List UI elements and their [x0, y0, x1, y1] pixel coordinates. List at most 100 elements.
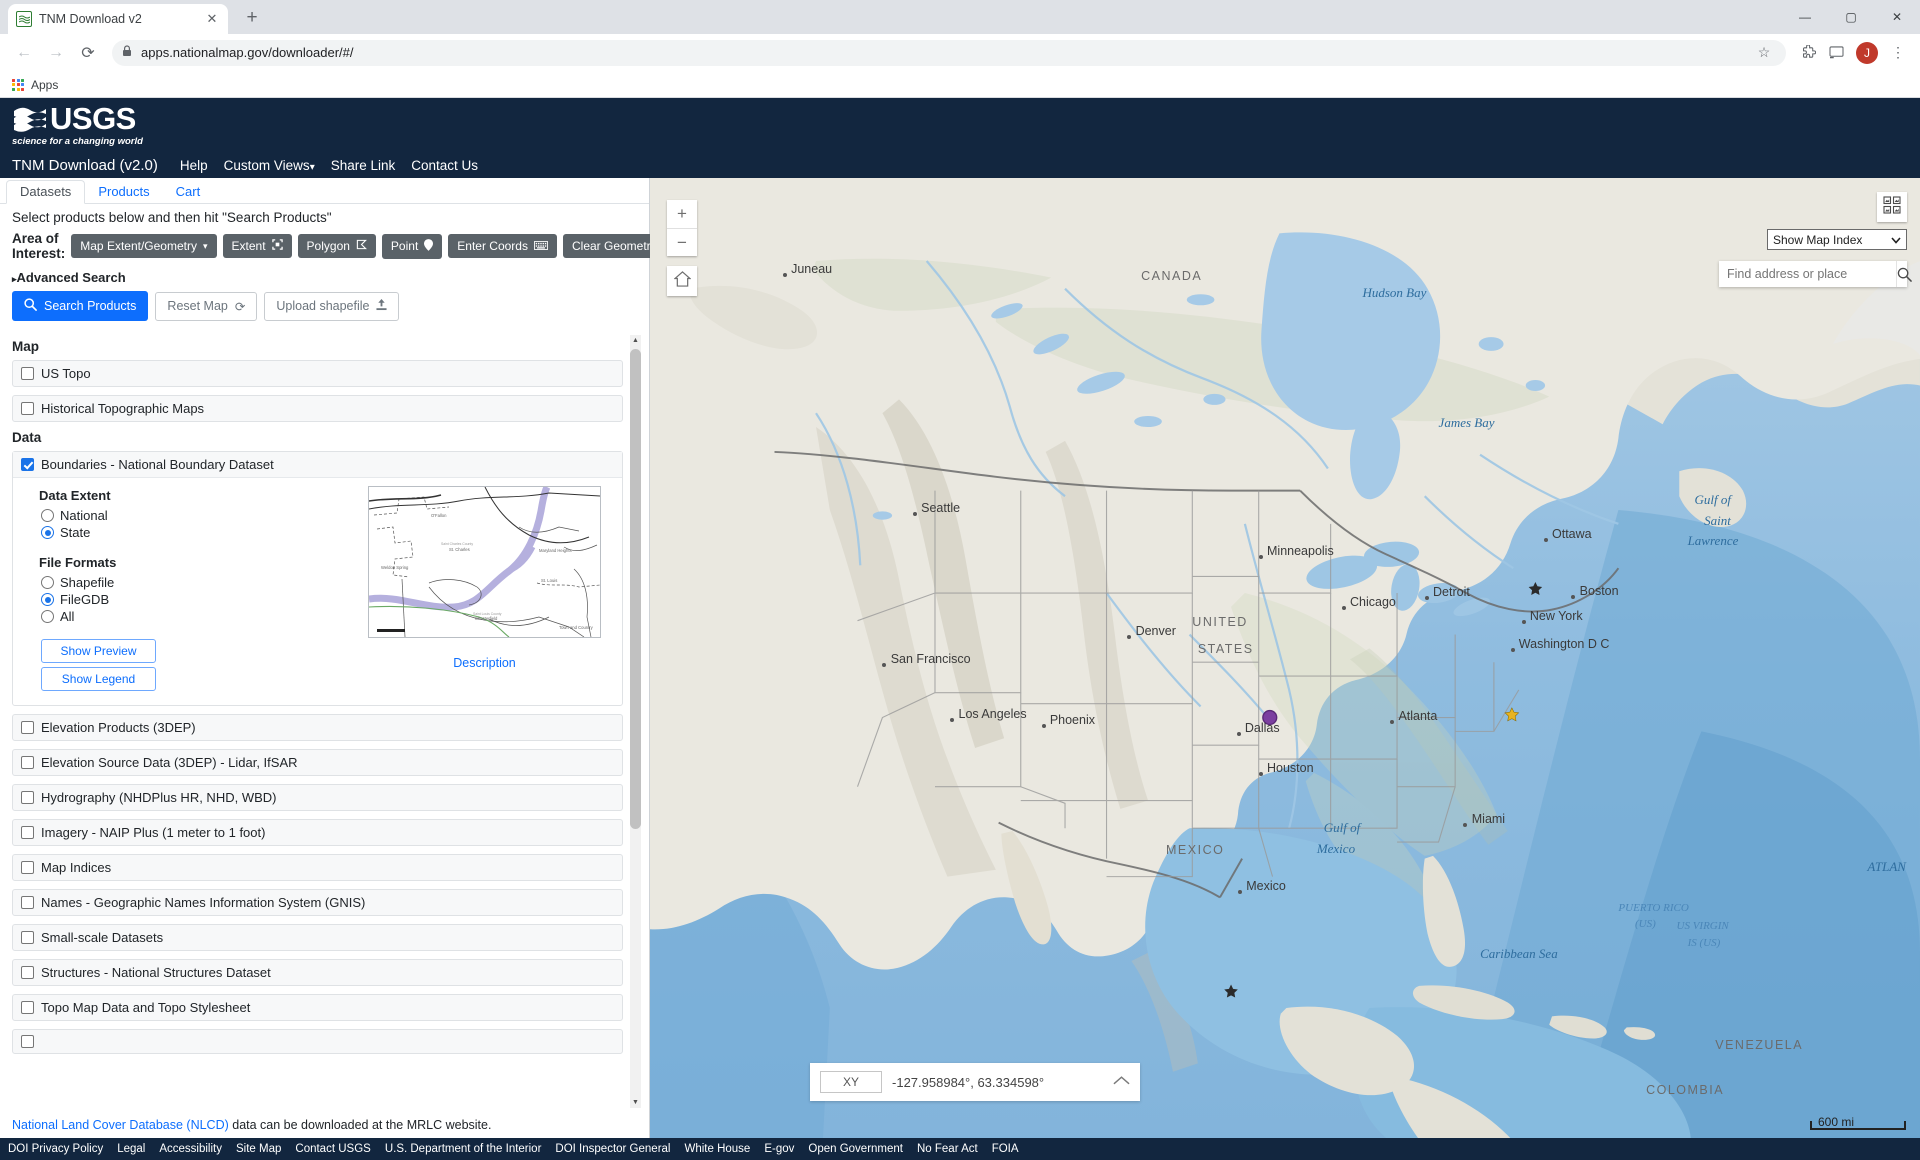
dataset-item-historical-topographic-maps[interactable]: Historical Topographic Maps — [12, 395, 623, 422]
checkbox-small-scale-datasets[interactable] — [21, 931, 34, 944]
basemap-gallery-button[interactable] — [1877, 192, 1907, 222]
checkbox-historical-topographic-maps[interactable] — [21, 402, 34, 415]
scroll-down-arrow[interactable]: ▼ — [630, 1097, 641, 1108]
browser-tab[interactable]: TNM Download v2 ✕ — [8, 4, 228, 34]
cast-icon[interactable] — [1824, 41, 1848, 65]
radio-all[interactable] — [41, 610, 54, 623]
tab-products[interactable]: Products — [85, 181, 162, 203]
zoom-out-button[interactable]: − — [667, 228, 697, 256]
maximize-button[interactable]: ▢ — [1828, 0, 1874, 34]
reset-map-button[interactable]: Reset Map ⟳ — [155, 291, 258, 321]
preview-thumbnail[interactable]: Saint Charles County St. Charles Marylan… — [368, 486, 601, 638]
profile-avatar[interactable]: J — [1856, 41, 1878, 64]
show-map-index-select[interactable]: Show Map Index — [1767, 229, 1907, 250]
radio-row-state[interactable]: State — [41, 524, 347, 541]
footer-link-doi[interactable]: U.S. Department of the Interior — [385, 1143, 542, 1155]
checkbox-us-topo[interactable] — [21, 367, 34, 380]
nav-item-custom-views[interactable]: Custom Views▾ — [224, 158, 315, 173]
footer-link-site-map[interactable]: Site Map — [236, 1143, 281, 1155]
checkbox-imagery-naip-plus[interactable] — [21, 826, 34, 839]
footer-link-doi-privacy-policy[interactable]: DOI Privacy Policy — [8, 1143, 103, 1155]
browser-menu-icon[interactable]: ⋮ — [1886, 41, 1910, 65]
radio-state[interactable] — [41, 526, 54, 539]
footer-link-egov[interactable]: E-gov — [764, 1143, 794, 1155]
zoom-in-button[interactable]: + — [667, 200, 697, 228]
scroll-up-arrow[interactable]: ▲ — [630, 335, 641, 346]
advanced-search-toggle[interactable]: ▸Advanced Search — [0, 265, 649, 289]
show-legend-button[interactable]: Show Legend — [41, 667, 156, 691]
checkbox-elevation-products[interactable] — [21, 721, 34, 734]
radio-row-national[interactable]: National — [41, 507, 347, 524]
tab-datasets[interactable]: Datasets — [6, 180, 86, 204]
footer-link-legal[interactable]: Legal — [117, 1143, 145, 1155]
scrollbar-thumb[interactable] — [630, 349, 641, 829]
dataset-boundaries-header[interactable]: Boundaries - National Boundary Dataset — [13, 452, 622, 478]
checkbox-partial[interactable] — [21, 1035, 34, 1048]
extent-button[interactable]: Extent — [222, 234, 292, 258]
radio-shapefile[interactable] — [41, 576, 54, 589]
checkbox-map-indices[interactable] — [21, 861, 34, 874]
dataset-item-map-indices[interactable]: Map Indices — [12, 854, 623, 881]
map-search-box[interactable] — [1719, 261, 1912, 287]
back-button[interactable]: ← — [10, 39, 38, 67]
xy-toggle-button[interactable]: XY — [820, 1071, 883, 1093]
dataset-item-imagery-naip-plus[interactable]: Imagery - NAIP Plus (1 meter to 1 foot) — [12, 819, 623, 846]
nav-item-share-link[interactable]: Share Link — [331, 158, 396, 173]
checkbox-boundaries[interactable] — [21, 458, 34, 471]
new-tab-button[interactable]: + — [238, 4, 266, 32]
radio-filegdb[interactable] — [41, 593, 54, 606]
checkbox-elevation-source-data[interactable] — [21, 756, 34, 769]
nav-item-contact-us[interactable]: Contact Us — [411, 158, 478, 173]
map-home-button[interactable] — [667, 266, 697, 296]
footer-link-accessibility[interactable]: Accessibility — [159, 1143, 222, 1155]
footer-link-foia[interactable]: FOIA — [992, 1143, 1019, 1155]
nlcd-link[interactable]: National Land Cover Database (NLCD) — [12, 1118, 229, 1132]
checkbox-names-gnis[interactable] — [21, 896, 34, 909]
search-icon[interactable] — [1896, 261, 1912, 287]
dataset-item-structures[interactable]: Structures - National Structures Dataset — [12, 959, 623, 986]
extensions-icon[interactable] — [1796, 41, 1820, 65]
footer-link-no-fear-act[interactable]: No Fear Act — [917, 1143, 978, 1155]
dataset-item-hydrography[interactable]: Hydrography (NHDPlus HR, NHD, WBD) — [12, 784, 623, 811]
radio-national[interactable] — [41, 509, 54, 522]
tab-cart[interactable]: Cart — [163, 181, 214, 203]
address-bar[interactable]: apps.nationalmap.gov/downloader/#/ ☆ — [112, 39, 1786, 66]
footer-link-open-government[interactable]: Open Government — [808, 1143, 903, 1155]
upload-shapefile-button[interactable]: Upload shapefile — [264, 291, 400, 321]
footer-link-doi-inspector-general[interactable]: DOI Inspector General — [555, 1143, 670, 1155]
map-search-input[interactable] — [1719, 267, 1896, 281]
enter-coords-button[interactable]: Enter Coords — [448, 234, 557, 258]
footer-link-contact-usgs[interactable]: Contact USGS — [295, 1143, 370, 1155]
show-preview-button[interactable]: Show Preview — [41, 639, 156, 663]
radio-row-all[interactable]: All — [41, 608, 347, 625]
dataset-item-elevation-source-data[interactable]: Elevation Source Data (3DEP) - Lidar, If… — [12, 749, 623, 776]
close-tab-icon[interactable]: ✕ — [204, 11, 220, 27]
checkbox-topo-map-data[interactable] — [21, 1001, 34, 1014]
usgs-logo[interactable]: USGS science for a changing world — [12, 103, 143, 147]
datasets-scrollbar[interactable]: ▲ ▼ — [630, 335, 641, 1108]
polygon-button[interactable]: Polygon — [297, 234, 376, 258]
dataset-item-us-topo[interactable]: US Topo — [12, 360, 623, 387]
radio-row-filegdb[interactable]: FileGDB — [41, 591, 347, 608]
dataset-item-elevation-products[interactable]: Elevation Products (3DEP) — [12, 714, 623, 741]
forward-button[interactable]: → — [42, 39, 70, 67]
dataset-item-names-gnis[interactable]: Names - Geographic Names Information Sys… — [12, 889, 623, 916]
map-canvas[interactable] — [650, 178, 1920, 1138]
reload-button[interactable]: ⟳ — [74, 39, 102, 67]
minimize-button[interactable]: — — [1782, 0, 1828, 34]
nav-item-help[interactable]: Help — [180, 158, 208, 173]
bookmark-apps-label[interactable]: Apps — [31, 78, 58, 92]
footer-link-white-house[interactable]: White House — [684, 1143, 750, 1155]
map-container[interactable]: Juneau Seattle Minneapolis Ottawa Detroit Chi… — [650, 178, 1920, 1138]
collapse-icon[interactable] — [1113, 1073, 1130, 1091]
description-link[interactable]: Description — [453, 656, 516, 670]
dataset-item-small-scale-datasets[interactable]: Small-scale Datasets — [12, 924, 623, 951]
point-button[interactable]: Point — [381, 233, 443, 259]
dataset-item-topo-map-data[interactable]: Topo Map Data and Topo Stylesheet — [12, 994, 623, 1021]
window-close-button[interactable]: ✕ — [1874, 0, 1920, 34]
bookmark-star-icon[interactable]: ☆ — [1752, 41, 1776, 65]
dataset-item-partial[interactable] — [12, 1029, 623, 1054]
search-products-button[interactable]: Search Products — [12, 291, 149, 321]
checkbox-structures[interactable] — [21, 966, 34, 979]
coordinate-widget[interactable]: XY -127.958984°, 63.334598° — [810, 1063, 1140, 1101]
